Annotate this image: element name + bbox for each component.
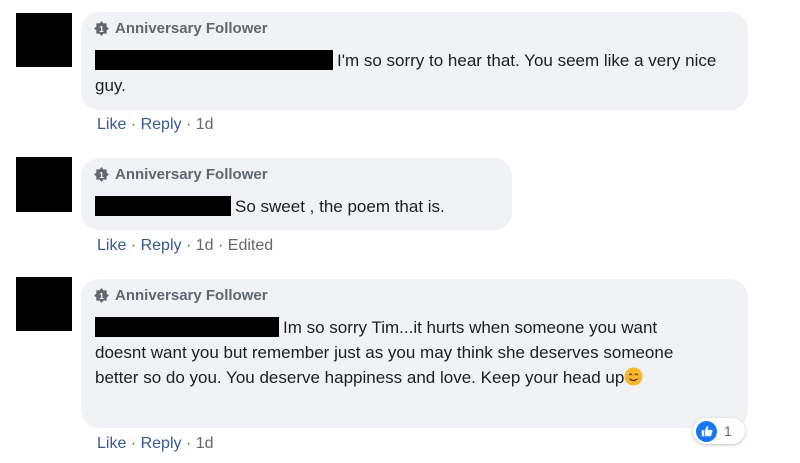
separator: ·	[217, 237, 224, 254]
separator: ·	[130, 435, 137, 452]
smiling-face-icon	[624, 367, 643, 386]
comment-text: I'm so sorry to hear that. You seem like…	[95, 48, 735, 98]
fan-badge[interactable]: 1 Anniversary Follower	[94, 20, 268, 37]
redacted-name	[95, 317, 279, 337]
redacted-name	[95, 50, 333, 70]
redacted-name	[95, 196, 231, 216]
comment-actions: Like · Reply · 1d · Edited	[97, 237, 273, 255]
comment-text: So sweet , the poem that is.	[95, 194, 505, 219]
reply-link[interactable]: Reply	[141, 237, 182, 254]
comment-bubble: 1 Anniversary Follower Im so sorry Tim..…	[81, 279, 748, 428]
svg-text:1: 1	[99, 24, 104, 34]
comment-bubble: 1 Anniversary Follower So sweet , the po…	[81, 158, 512, 230]
svg-text:1: 1	[99, 170, 104, 180]
reply-link[interactable]: Reply	[141, 435, 182, 452]
edited-label[interactable]: Edited	[228, 237, 273, 254]
separator: ·	[130, 237, 137, 254]
like-reaction-icon	[696, 420, 717, 442]
like-link[interactable]: Like	[97, 237, 126, 254]
badge-label: Anniversary Follower	[115, 20, 268, 37]
comment-actions: Like · Reply · 1d	[97, 435, 214, 453]
fan-badge[interactable]: 1 Anniversary Follower	[94, 166, 268, 183]
comment-actions: Like · Reply · 1d	[97, 116, 214, 134]
badge-icon: 1	[94, 288, 109, 303]
separator: ·	[185, 116, 192, 133]
badge-icon: 1	[94, 21, 109, 36]
commenter-avatar[interactable]	[16, 157, 72, 212]
separator: ·	[185, 237, 192, 254]
like-link[interactable]: Like	[97, 435, 126, 452]
comment-bubble: 1 Anniversary Follower I'm so sorry to h…	[81, 12, 748, 110]
svg-text:1: 1	[99, 291, 104, 301]
timestamp[interactable]: 1d	[196, 435, 214, 452]
like-link[interactable]: Like	[97, 116, 126, 133]
comment-body: So sweet , the poem that is.	[235, 197, 445, 216]
commenter-avatar[interactable]	[16, 13, 72, 67]
fan-badge[interactable]: 1 Anniversary Follower	[94, 287, 268, 304]
reply-link[interactable]: Reply	[141, 116, 182, 133]
reaction-summary[interactable]: 1	[693, 418, 745, 444]
commenter-avatar[interactable]	[16, 277, 72, 331]
separator: ·	[130, 116, 137, 133]
badge-label: Anniversary Follower	[115, 166, 268, 183]
timestamp[interactable]: 1d	[196, 237, 214, 254]
badge-label: Anniversary Follower	[115, 287, 268, 304]
timestamp[interactable]: 1d	[196, 116, 214, 133]
badge-icon: 1	[94, 167, 109, 182]
reaction-count: 1	[724, 423, 732, 439]
separator: ·	[185, 435, 192, 452]
comment-text: Im so sorry Tim...it hurts when someone …	[95, 315, 707, 390]
